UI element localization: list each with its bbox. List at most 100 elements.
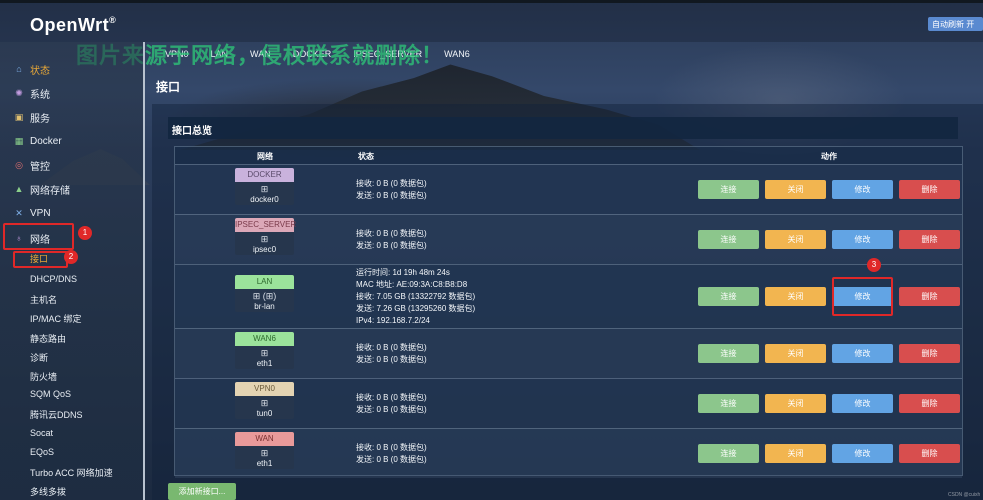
interface-status: 接收: 0 B (0 数据包) 发送: 0 B (0 数据包) [356,178,427,202]
annotation-number-3: 3 [867,258,881,272]
sidebar-sub-hostnames[interactable]: 主机名 [30,293,57,306]
status-tx: 发送: 7.26 GB (13295260 数据包) [356,304,476,313]
annotation-number-1: 1 [78,226,92,240]
sidebar-sub-dhcp-dns[interactable]: DHCP/DNS [30,274,77,284]
connect-button[interactable]: 连接 [698,394,759,413]
topnav-wan6[interactable]: WAN6 [444,49,470,59]
delete-button[interactable]: 删除 [899,180,960,199]
stop-button[interactable]: 关闭 [765,394,826,413]
interface-device: eth1 [256,359,273,368]
status-rx: 接收: 0 B (0 数据包) [356,443,427,452]
sidebar-item-vpn[interactable]: ✕ VPN [14,205,50,221]
status-tx: 发送: 0 B (0 数据包) [356,405,427,414]
delete-button[interactable]: 删除 [899,344,960,363]
add-interface-button[interactable]: 添加新接口... [168,483,236,500]
sidebar-item-label: 管控 [30,161,50,173]
annotation-box-edit [832,277,893,316]
edit-button[interactable]: 修改 [832,344,893,363]
corner-watermark: CSDN @cuixh [948,492,981,498]
connect-button[interactable]: 连接 [698,287,759,306]
status-rx: 接收: 0 B (0 数据包) [356,229,427,238]
edit-button[interactable]: 修改 [832,394,893,413]
sidebar-item-status[interactable]: ⌂ 状态 [14,61,50,77]
table-row: WAN ⊞ eth1 接收: 0 B (0 数据包) 发送: 0 B (0 数据… [175,428,962,478]
interface-name: DOCKER [235,168,294,182]
status-mac: MAC 地址: AE:09:3A:C8:B8:D8 [356,280,468,289]
sidebar-item-label: 网络存储 [30,185,70,197]
ethernet-port-icon: ⊞ [260,234,269,244]
sidebar-item-docker[interactable]: ▦ Docker [14,133,62,149]
stop-button[interactable]: 关闭 [765,180,826,199]
interface-name: WAN [235,432,294,446]
auto-refresh-button[interactable]: 自动刷新 开 [928,17,983,31]
interface-badge[interactable]: LAN ⊞ (⊞) br-lan [235,275,294,312]
gear-icon: ✺ [15,88,23,98]
annotation-number-2: 2 [64,250,78,264]
interface-device: br-lan [254,302,275,311]
interface-badge[interactable]: DOCKER ⊞ docker0 [235,168,294,205]
sidebar-item-label: 服务 [30,113,50,125]
interface-badge[interactable]: WAN ⊞ eth1 [235,432,294,469]
sidebar-item-label: 系统 [30,89,50,101]
connect-button[interactable]: 连接 [698,230,759,249]
sidebar-divider [143,42,145,500]
interface-badge[interactable]: WAN6 ⊞ eth1 [235,332,294,369]
annotation-box-network [3,223,74,250]
sidebar-item-storage[interactable]: ▲ 网络存储 [14,181,70,197]
table-row: WAN6 ⊞ eth1 接收: 0 B (0 数据包) 发送: 0 B (0 数… [175,328,962,378]
sidebar-sub-firewall[interactable]: 防火墙 [30,370,57,383]
delete-button[interactable]: 删除 [899,230,960,249]
page-title: 接口 [156,80,181,94]
sidebar-item-label: Docker [30,135,62,147]
stop-button[interactable]: 关闭 [765,230,826,249]
status-ipv4: IPv4: 192.168.7.2/24 [356,316,430,325]
sidebar-sub-diagnostics[interactable]: 诊断 [30,351,48,364]
docker-icon: ▦ [14,136,24,146]
sidebar-sub-sqm-qos[interactable]: SQM QoS [30,389,71,399]
stop-button[interactable]: 关闭 [765,344,826,363]
edit-button[interactable]: 修改 [832,444,893,463]
sidebar-item-system[interactable]: ✺ 系统 [14,85,50,101]
stop-button[interactable]: 关闭 [765,287,826,306]
sidebar-item-control[interactable]: ◎ 管控 [14,157,50,173]
sidebar-sub-turbo-acc[interactable]: Turbo ACC 网络加速 [30,466,113,479]
delete-button[interactable]: 删除 [899,287,960,306]
interface-name: VPN0 [235,382,294,396]
sidebar-sub-socat[interactable]: Socat [30,428,53,438]
delete-button[interactable]: 删除 [899,444,960,463]
bridge-ports-icon: ⊞ (⊞) [252,291,277,301]
top-line [0,0,983,3]
brand-logo[interactable]: OpenWrt® [30,15,116,36]
interface-badge[interactable]: IPSEC_SERVER ⊞ ipsec0 [235,218,296,255]
sidebar-sub-tencent-ddns[interactable]: 腾讯云DDNS [30,408,83,421]
sidebar-sub-multiwan[interactable]: 多线多拨 [30,485,66,498]
connect-button[interactable]: 连接 [698,444,759,463]
sidebar-sub-static-routes[interactable]: 静态路由 [30,332,66,345]
interface-status: 接收: 0 B (0 数据包) 发送: 0 B (0 数据包) [356,392,427,416]
table-row: LAN ⊞ (⊞) br-lan 运行时间: 1d 19h 48m 24s MA… [175,258,962,328]
interface-status: 运行时间: 1d 19h 48m 24s MAC 地址: AE:09:3A:C8… [356,267,475,327]
table-row: IPSEC_SERVER ⊞ ipsec0 接收: 0 B (0 数据包) 发送… [175,214,962,264]
home-icon: ⌂ [16,64,22,74]
annotation-box-interfaces [13,251,68,268]
connect-button[interactable]: 连接 [698,180,759,199]
sidebar-sub-eqos[interactable]: EQoS [30,447,54,457]
interface-name: LAN [235,275,294,289]
table-row: DOCKER ⊞ docker0 接收: 0 B (0 数据包) 发送: 0 B… [175,164,962,214]
interface-device: tun0 [256,409,273,418]
edit-button[interactable]: 修改 [832,230,893,249]
brand-name: OpenWrt [30,15,110,35]
section-title: 接口总览 [168,117,958,139]
edit-button[interactable]: 修改 [832,180,893,199]
sidebar-item-services[interactable]: ▣ 服务 [14,109,50,125]
connect-button[interactable]: 连接 [698,344,759,363]
interface-device: ipsec0 [252,245,277,254]
vpn-icon: ✕ [15,208,23,218]
interface-device: eth1 [256,459,273,468]
stop-button[interactable]: 关闭 [765,444,826,463]
top-bar [0,0,983,42]
brand-mark: ® [109,15,117,25]
delete-button[interactable]: 删除 [899,394,960,413]
interface-badge[interactable]: VPN0 ⊞ tun0 [235,382,294,419]
sidebar-sub-ip-mac-binding[interactable]: IP/MAC 绑定 [30,312,82,325]
